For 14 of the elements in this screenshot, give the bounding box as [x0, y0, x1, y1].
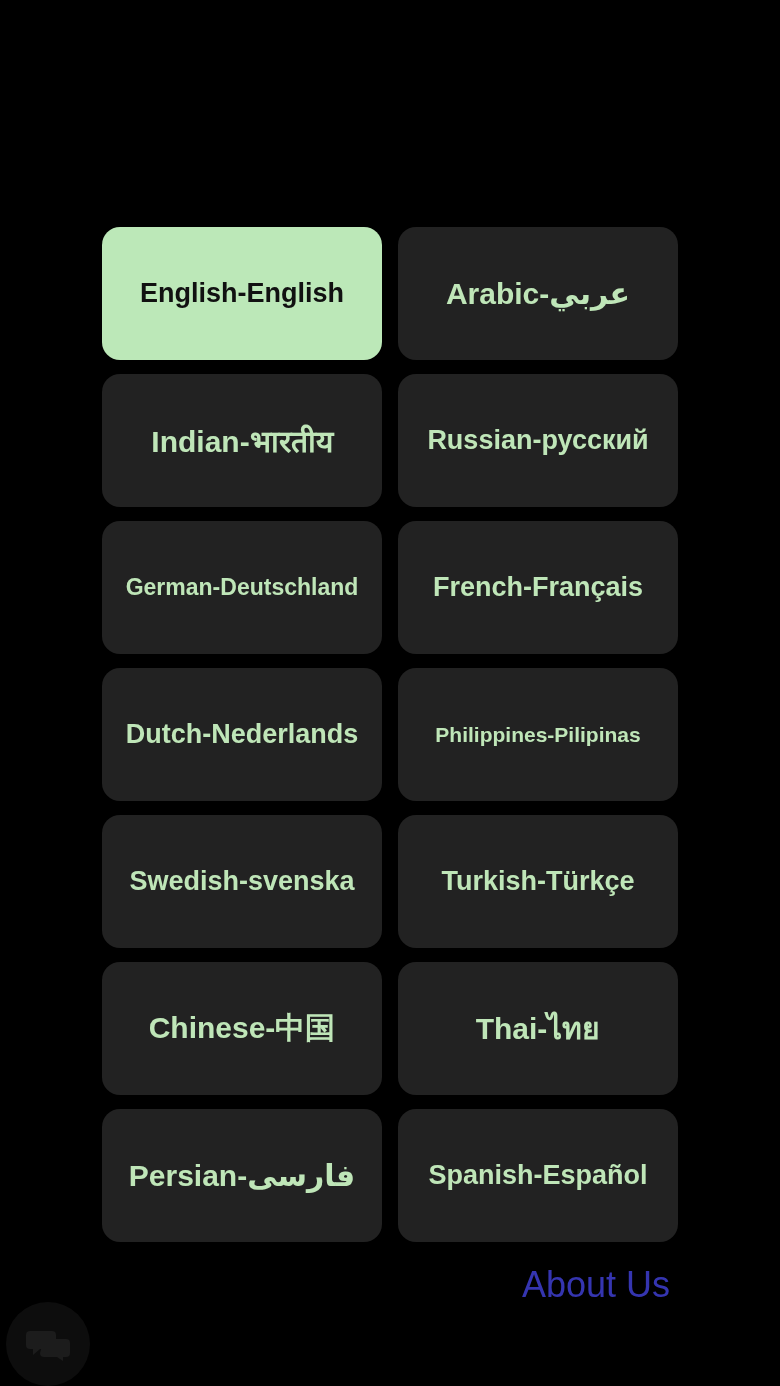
language-button[interactable]: Philippines-Pilipinas	[398, 668, 678, 801]
language-button[interactable]: Indian-भारतीय	[102, 374, 382, 507]
language-button[interactable]: German-Deutschland	[102, 521, 382, 654]
language-button[interactable]: Swedish-svenska	[102, 815, 382, 948]
language-button[interactable]: Dutch-Nederlands	[102, 668, 382, 801]
language-button[interactable]: Spanish-Español	[398, 1109, 678, 1242]
language-button[interactable]: Persian-فارسی	[102, 1109, 382, 1242]
language-button[interactable]: Thai-ไทย	[398, 962, 678, 1095]
language-button[interactable]: French-Français	[398, 521, 678, 654]
language-button[interactable]: Russian-русский	[398, 374, 678, 507]
language-button[interactable]: Turkish-Türkçe	[398, 815, 678, 948]
language-button[interactable]: Chinese-中国	[102, 962, 382, 1095]
language-button[interactable]: English-English	[102, 227, 382, 360]
language-button[interactable]: Arabic-عربي	[398, 227, 678, 360]
